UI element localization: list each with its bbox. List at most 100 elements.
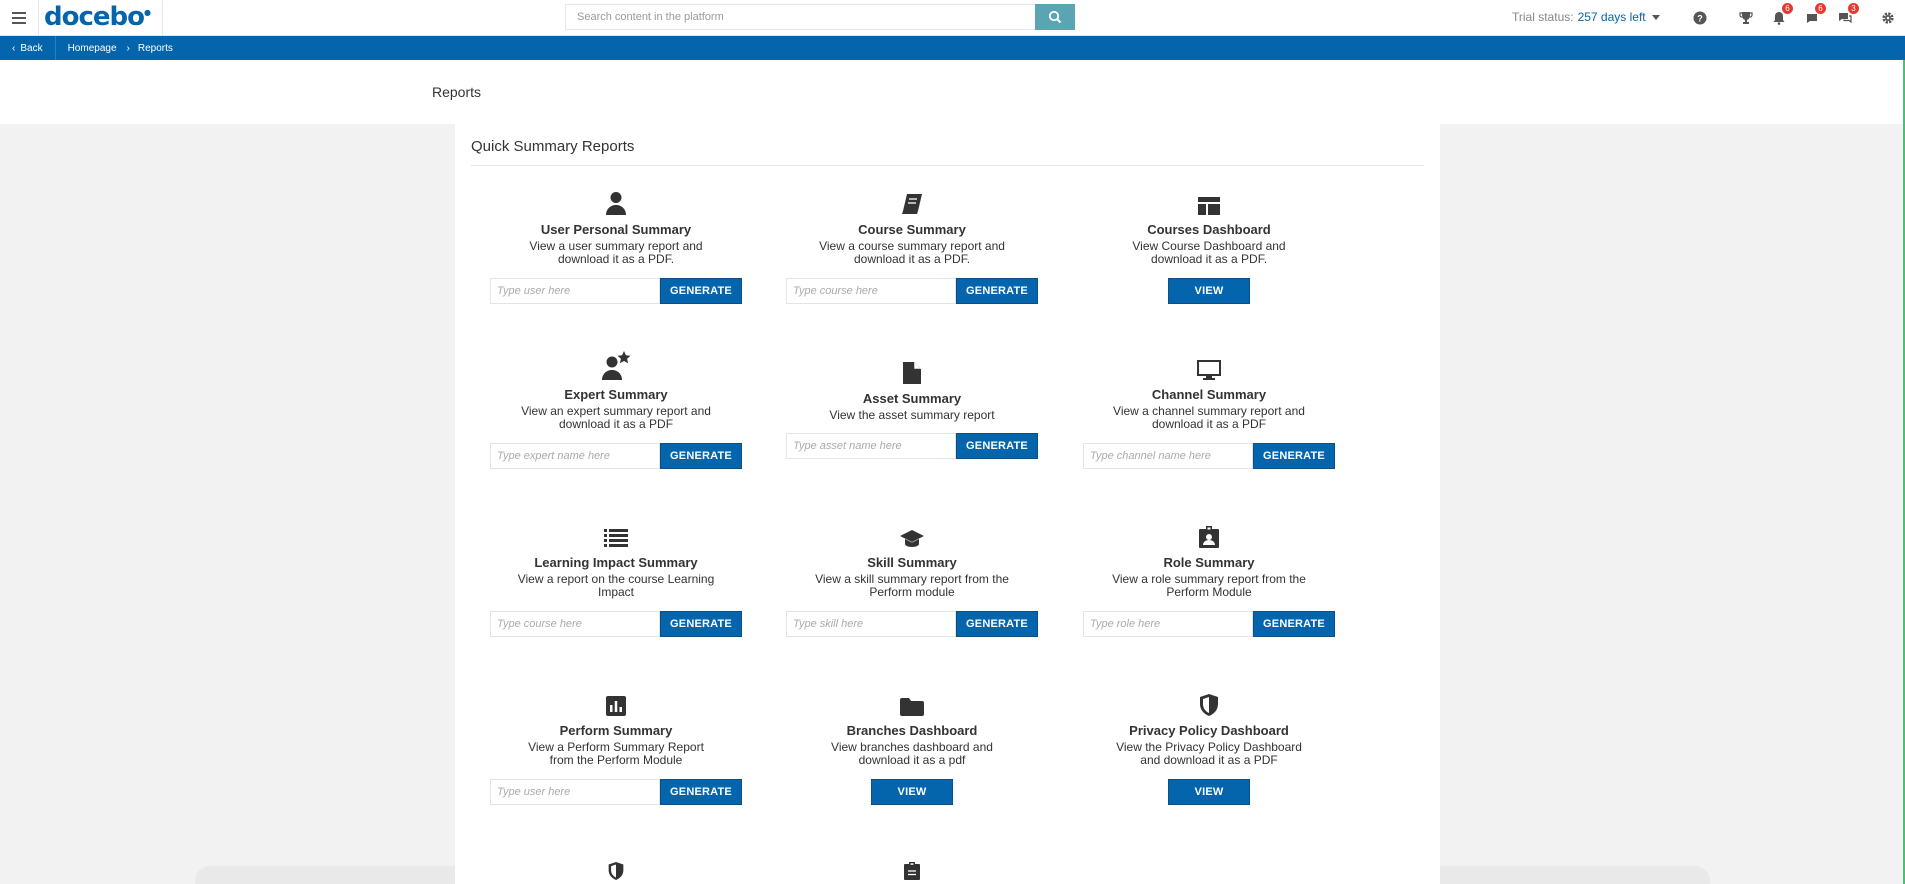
tile-asset-summary: Asset Summary View the asset summary rep… — [764, 356, 1060, 459]
shield-icon — [1061, 688, 1357, 716]
tile-title: Privacy Policy Dashboard — [1129, 723, 1289, 738]
view-button[interactable]: VIEW — [1168, 278, 1250, 304]
back-label: Back — [20, 42, 43, 54]
quick-summary-card: Quick Summary Reports User Personal Summ… — [455, 124, 1440, 884]
divider — [471, 165, 1424, 166]
shield-icon — [468, 862, 764, 880]
tile-perform-summary: Perform Summary View a Perform Summary R… — [468, 688, 764, 805]
logo-text: docebo — [44, 2, 145, 32]
divider — [162, 0, 163, 36]
tile-courses-dashboard: Courses Dashboard View Course Dashboard … — [1061, 187, 1357, 304]
tile-title: Course Summary — [858, 222, 966, 237]
tile-title: Channel Summary — [1151, 387, 1267, 402]
generate-button[interactable]: GENERATE — [1253, 611, 1335, 637]
tile-description: View a Perform Summary Report from the P… — [528, 740, 704, 767]
tile-branches-dashboard: Branches Dashboard View branches dashboa… — [764, 688, 1060, 805]
channel-input[interactable] — [1083, 443, 1254, 469]
id-badge-icon — [1061, 520, 1357, 548]
generate-button[interactable]: GENERATE — [956, 611, 1038, 637]
tile-description: View a report on the course Learning Imp… — [517, 572, 715, 599]
tile-title: Perform Summary — [559, 723, 673, 738]
tile-description: View a skill summary report from the Per… — [815, 572, 1009, 599]
course-input[interactable] — [490, 611, 661, 637]
generate-button[interactable]: GENERATE — [660, 779, 742, 805]
tile-title: Learning Impact Summary — [534, 555, 698, 570]
tile-description: View Course Dashboard and download it as… — [1132, 239, 1286, 266]
user-input[interactable] — [490, 779, 661, 805]
generate-button[interactable]: GENERATE — [1253, 443, 1335, 469]
logo[interactable]: docebo● — [44, 2, 151, 32]
skill-input[interactable] — [786, 611, 957, 637]
expert-icon — [468, 351, 764, 380]
page-header: Reports — [0, 60, 1905, 124]
user-icon — [468, 187, 764, 215]
book-icon — [764, 187, 1060, 215]
generate-button[interactable]: GENERATE — [660, 611, 742, 637]
tile-title: Asset Summary — [862, 391, 962, 406]
menu-icon[interactable] — [8, 8, 30, 28]
search-icon — [1048, 10, 1062, 24]
tile-title: Courses Dashboard — [1147, 222, 1271, 237]
divider — [38, 0, 39, 36]
list-icon — [468, 520, 764, 548]
breadcrumb-homepage[interactable]: Homepage — [56, 43, 117, 54]
trial-days: 257 days left — [1577, 10, 1646, 24]
tile-user-personal-summary: User Personal Summary View a user summar… — [468, 187, 764, 304]
tile-course-summary: Course Summary View a course summary rep… — [764, 187, 1060, 304]
search-bar — [565, 4, 1075, 30]
tile-title: Expert Summary — [564, 387, 668, 402]
course-input[interactable] — [786, 278, 957, 304]
generate-button[interactable]: GENERATE — [660, 443, 742, 469]
messages-badge: 6 — [1815, 3, 1826, 14]
tile-role-summary: Role Summary View a role summary report … — [1061, 520, 1357, 637]
tile-channel-summary: Channel Summary View a channel summary r… — [1061, 352, 1357, 469]
expert-input[interactable] — [490, 443, 661, 469]
chevron-left-icon: ‹ — [12, 42, 16, 54]
tile-title: Skill Summary — [867, 555, 957, 570]
trial-status[interactable]: Trial status: 257 days left — [1512, 10, 1660, 24]
user-input[interactable] — [490, 278, 661, 304]
tile-learning-impact-summary: Learning Impact Summary View a report on… — [468, 520, 764, 637]
tile-description: View a role summary report from the Perf… — [1112, 572, 1306, 599]
chat-icon[interactable]: 3 — [1835, 3, 1859, 28]
dashboard-icon — [1061, 187, 1357, 215]
view-button[interactable]: VIEW — [1168, 779, 1250, 805]
back-button[interactable]: ‹ Back — [0, 36, 56, 60]
section-title: Quick Summary Reports — [471, 138, 635, 155]
folder-icon — [764, 688, 1060, 716]
role-input[interactable] — [1083, 611, 1254, 637]
asset-input[interactable] — [786, 433, 957, 459]
trophy-icon[interactable] — [1736, 8, 1756, 28]
tile-description: View branches dashboard and download it … — [831, 740, 993, 767]
tile-skill-summary: Skill Summary View a skill summary repor… — [764, 520, 1060, 637]
tile-description: View the Privacy Policy Dashboard and do… — [1116, 740, 1302, 767]
tile-title: Branches Dashboard — [846, 723, 978, 738]
search-button[interactable] — [1035, 4, 1075, 30]
svg-text:?: ? — [1697, 14, 1703, 24]
view-button[interactable]: VIEW — [871, 779, 953, 805]
bar-chart-icon — [468, 688, 764, 716]
help-icon[interactable]: ? — [1690, 8, 1710, 28]
generate-button[interactable]: GENERATE — [956, 433, 1038, 459]
chat-badge: 3 — [1848, 3, 1859, 14]
generate-button[interactable]: GENERATE — [660, 278, 742, 304]
tile-privacy-policy-dashboard: Privacy Policy Dashboard View the Privac… — [1061, 688, 1357, 805]
chevron-right-icon: › — [126, 42, 130, 54]
chevron-down-icon — [1651, 14, 1660, 20]
bell-icon[interactable]: 6 — [1769, 3, 1793, 28]
breadcrumb-reports: Reports — [137, 42, 173, 54]
generate-button[interactable]: GENERATE — [956, 278, 1038, 304]
notifications-badge: 6 — [1782, 3, 1793, 14]
search-input[interactable] — [565, 4, 1035, 30]
tile-expert-summary: Expert Summary View an expert summary re… — [468, 351, 764, 469]
tile-description: View an expert summary report and downlo… — [521, 404, 711, 431]
tile-description: View a user summary report and download … — [529, 239, 703, 266]
file-icon — [764, 356, 1060, 384]
top-bar: docebo● Trial status: 257 days left ? 6 … — [0, 0, 1905, 36]
trial-label: Trial status: — [1512, 10, 1574, 24]
clipboard-icon — [764, 862, 1060, 880]
graduation-cap-icon — [764, 520, 1060, 548]
gear-icon[interactable] — [1878, 8, 1898, 28]
messages-icon[interactable]: 6 — [1802, 3, 1826, 28]
tile-title: User Personal Summary — [540, 222, 692, 237]
